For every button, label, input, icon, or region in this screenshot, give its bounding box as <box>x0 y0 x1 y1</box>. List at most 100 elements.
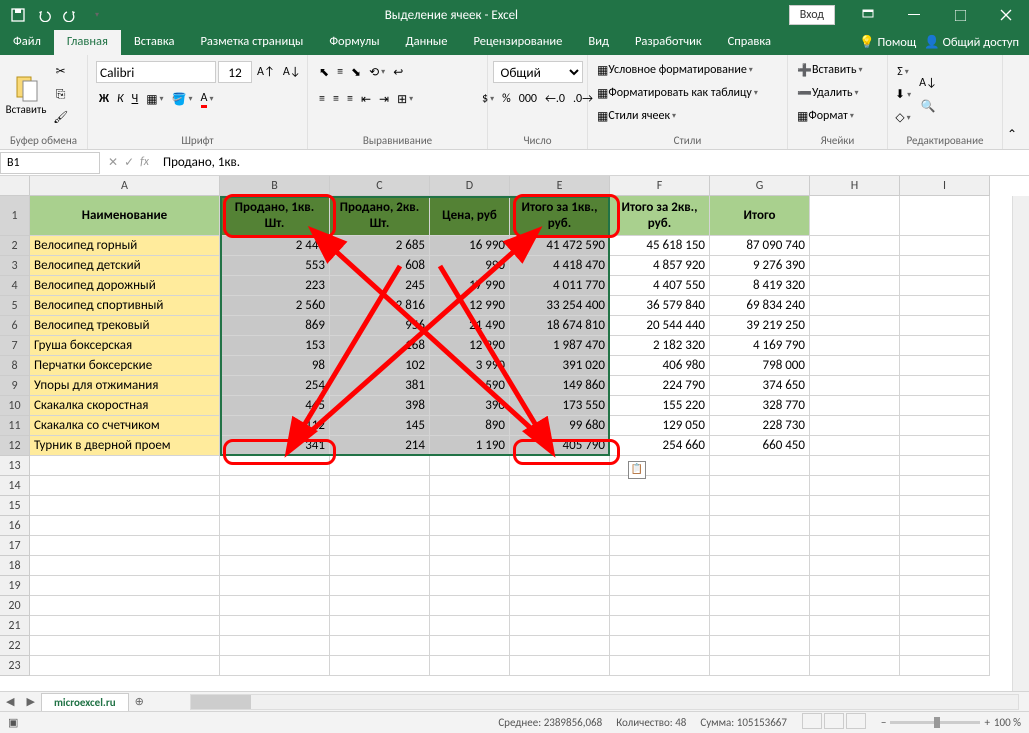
data-cell[interactable] <box>710 656 810 676</box>
column-header[interactable]: G <box>710 176 810 196</box>
data-cell[interactable] <box>810 636 900 656</box>
new-sheet-icon[interactable]: ⊕ <box>129 695 150 708</box>
data-cell[interactable] <box>430 556 510 576</box>
redo-icon[interactable] <box>58 3 82 27</box>
data-cell[interactable] <box>710 556 810 576</box>
data-cell[interactable] <box>510 496 610 516</box>
data-cell[interactable] <box>610 656 710 676</box>
data-cell[interactable] <box>900 396 990 416</box>
data-cell[interactable] <box>900 576 990 596</box>
maximize-icon[interactable] <box>937 0 983 30</box>
data-cell[interactable] <box>330 636 430 656</box>
column-header[interactable]: F <box>610 176 710 196</box>
data-cell[interactable] <box>900 276 990 296</box>
orientation-icon[interactable]: ⟲ <box>366 61 388 83</box>
data-cell[interactable]: 2 441 <box>220 236 330 256</box>
data-cell[interactable] <box>900 656 990 676</box>
tab-home[interactable]: Главная <box>54 30 121 55</box>
collapse-ribbon-icon[interactable]: ⌃ <box>1007 127 1027 147</box>
row-header[interactable]: 22 <box>0 636 30 656</box>
data-cell[interactable] <box>220 556 330 576</box>
insert-cells-button[interactable]: ➕ Вставить <box>794 59 865 81</box>
row-header[interactable]: 7 <box>0 336 30 356</box>
column-header[interactable]: E <box>510 176 610 196</box>
column-header[interactable]: I <box>900 176 990 196</box>
data-cell[interactable]: 36 579 840 <box>610 296 710 316</box>
data-cell[interactable] <box>900 436 990 456</box>
format-as-table-button[interactable]: ▦ Форматировать как таблицу <box>594 82 761 104</box>
border-icon[interactable]: ▦ <box>143 88 166 110</box>
data-cell[interactable] <box>900 316 990 336</box>
data-cell[interactable]: 405 790 <box>510 436 610 456</box>
data-cell[interactable] <box>710 516 810 536</box>
data-cell[interactable]: 168 <box>330 336 430 356</box>
data-cell[interactable]: 245 <box>330 276 430 296</box>
data-cell[interactable] <box>810 356 900 376</box>
cell-styles-button[interactable]: ▦ Стили ячеек <box>594 105 679 127</box>
data-cell[interactable] <box>610 536 710 556</box>
header-cell[interactable]: Итого <box>710 196 810 236</box>
data-cell[interactable]: 228 730 <box>710 416 810 436</box>
data-cell[interactable] <box>610 456 710 476</box>
increase-font-icon[interactable]: A↑ <box>254 61 278 83</box>
data-cell[interactable]: Велосипед трековый <box>30 316 220 336</box>
font-color-icon[interactable]: A <box>198 88 217 110</box>
header-cell[interactable]: Цена, руб <box>430 196 510 236</box>
clear-icon[interactable]: ◇ <box>892 107 914 129</box>
data-cell[interactable] <box>610 496 710 516</box>
data-cell[interactable]: 98 <box>220 356 330 376</box>
paste-options-icon[interactable]: 📋 <box>628 461 646 479</box>
font-name-input[interactable] <box>96 61 216 83</box>
data-cell[interactable] <box>900 336 990 356</box>
data-cell[interactable] <box>330 656 430 676</box>
delete-cells-button[interactable]: ➖ Удалить <box>794 82 862 104</box>
view-mode-buttons[interactable] <box>801 713 867 732</box>
sort-filter-icon[interactable]: A↓ <box>916 72 940 94</box>
data-cell[interactable]: 660 450 <box>710 436 810 456</box>
zoom-out-icon[interactable]: − <box>881 716 886 729</box>
data-cell[interactable]: 149 860 <box>510 376 610 396</box>
data-cell[interactable] <box>430 596 510 616</box>
share-button[interactable]: 👤 Общий доступ <box>924 35 1019 50</box>
data-cell[interactable] <box>810 316 900 336</box>
data-cell[interactable]: 16 990 <box>430 236 510 256</box>
data-cell[interactable]: 254 660 <box>610 436 710 456</box>
header-cell[interactable] <box>900 196 990 236</box>
data-cell[interactable]: 39 219 250 <box>710 316 810 336</box>
data-cell[interactable]: 20 544 440 <box>610 316 710 336</box>
header-cell[interactable]: Итого за 1кв., руб. <box>510 196 610 236</box>
tab-formulas[interactable]: Формулы <box>316 30 392 55</box>
header-cell[interactable]: Наименование <box>30 196 220 236</box>
data-cell[interactable]: 2 816 <box>330 296 430 316</box>
data-cell[interactable] <box>900 356 990 376</box>
tab-view[interactable]: Вид <box>575 30 622 55</box>
accounting-icon[interactable]: $ <box>479 88 497 110</box>
data-cell[interactable] <box>710 596 810 616</box>
wrap-text-icon[interactable]: ↩ <box>390 61 406 83</box>
data-cell[interactable]: 390 <box>430 396 510 416</box>
data-cell[interactable] <box>810 476 900 496</box>
header-cell[interactable]: Продано, 1кв. Шт. <box>220 196 330 236</box>
data-cell[interactable] <box>430 616 510 636</box>
name-box[interactable] <box>0 152 100 174</box>
data-cell[interactable] <box>900 256 990 276</box>
data-cell[interactable] <box>710 456 810 476</box>
number-format-select[interactable]: Общий <box>493 61 583 83</box>
data-cell[interactable] <box>610 596 710 616</box>
data-cell[interactable]: 4 011 770 <box>510 276 610 296</box>
data-cell[interactable] <box>610 636 710 656</box>
tab-file[interactable]: Файл <box>0 30 54 55</box>
tab-data[interactable]: Данные <box>393 30 461 55</box>
decrease-font-icon[interactable]: A↓ <box>280 61 304 83</box>
decrease-indent-icon[interactable]: ⇤ <box>358 88 374 110</box>
align-top-icon[interactable]: ⬉ <box>316 61 332 83</box>
align-left-icon[interactable]: ≡ <box>316 88 328 110</box>
sheet-nav-prev-icon[interactable]: ◀ <box>0 695 20 708</box>
zoom-in-icon[interactable]: + <box>984 716 989 729</box>
data-cell[interactable] <box>900 376 990 396</box>
data-cell[interactable] <box>220 456 330 476</box>
data-cell[interactable] <box>30 616 220 636</box>
data-cell[interactable] <box>710 536 810 556</box>
qat-customize-icon[interactable] <box>84 3 108 27</box>
data-cell[interactable]: Турник в дверной проем <box>30 436 220 456</box>
